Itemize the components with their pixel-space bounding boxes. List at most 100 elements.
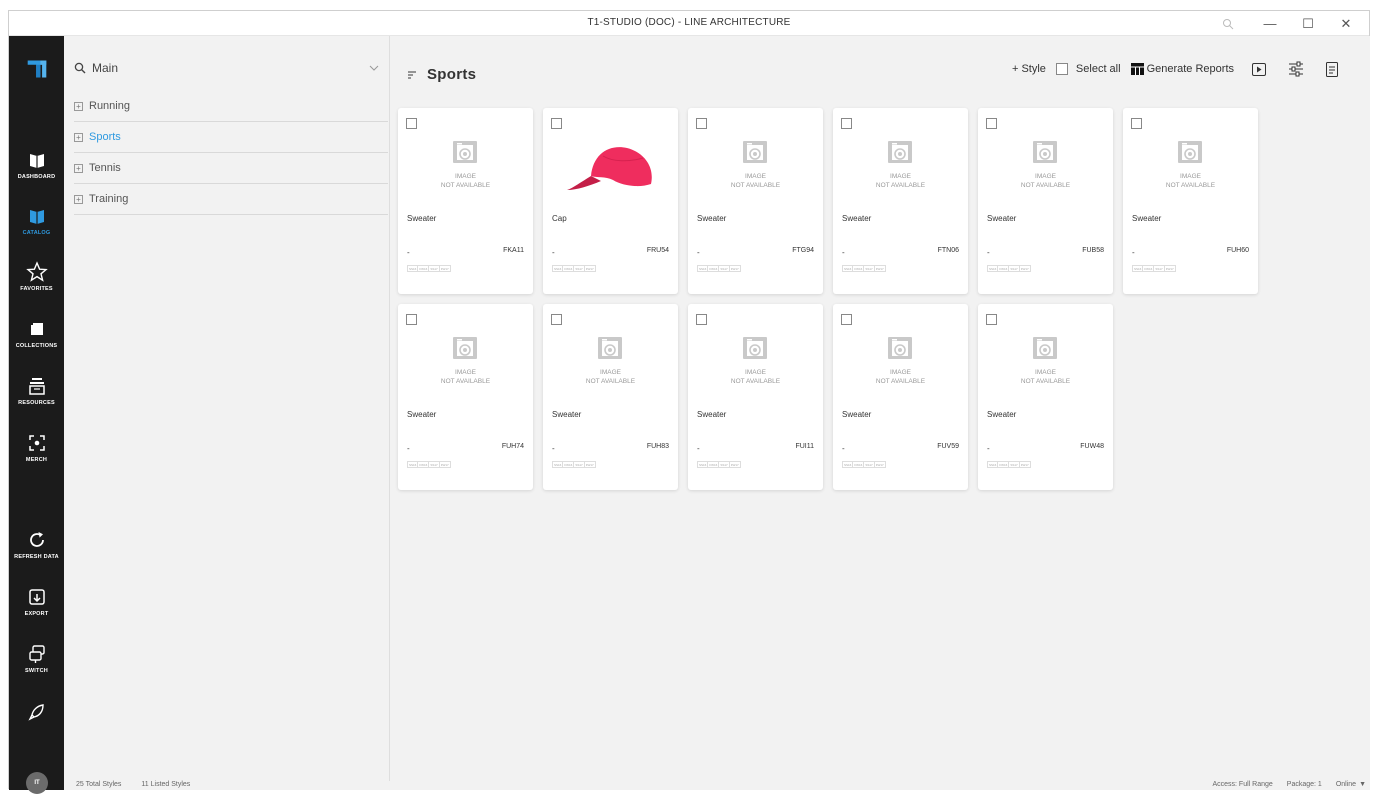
card-season-tags: SS16 FW16 SS17 FW17 bbox=[1132, 265, 1176, 272]
season-tag: FW17 bbox=[873, 265, 886, 272]
season-tag: SS16 bbox=[842, 265, 853, 272]
style-card[interactable]: IMAGE NOT AVAILABLE Sweater - FUH74 SS16 FW16 S… bbox=[398, 304, 533, 490]
season-tag: SS16 bbox=[987, 265, 998, 272]
rail-export[interactable]: EXPORT bbox=[9, 586, 64, 617]
card-style-name: Sweater bbox=[987, 410, 1017, 419]
card-style-name: Sweater bbox=[697, 410, 727, 419]
report-table-icon bbox=[1130, 63, 1144, 75]
rail-catalog[interactable]: CATALOG bbox=[9, 205, 64, 236]
season-tag: FW17 bbox=[1018, 265, 1031, 272]
season-tag: FW16 bbox=[562, 265, 574, 272]
minimize-button[interactable]: — bbox=[1253, 11, 1287, 36]
season-tag: FW16 bbox=[417, 461, 429, 468]
card-style-name: Sweater bbox=[697, 214, 727, 223]
cap-image bbox=[567, 147, 652, 190]
image-not-available-text: IMAGE NOT AVAILABLE bbox=[875, 369, 926, 385]
chevron-down-icon[interactable] bbox=[369, 65, 379, 71]
toolbar: + Style Select all Generate Reports bbox=[1012, 58, 1370, 80]
document-button[interactable] bbox=[1326, 61, 1338, 77]
tree-item-tennis[interactable]: + Tennis bbox=[74, 153, 388, 184]
card-style-code: FUI11 bbox=[795, 443, 814, 450]
title-bar: T1-STUDIO (DOC) - LINE ARCHITECTURE — ☐ … bbox=[9, 11, 1369, 36]
folder-icon bbox=[30, 323, 43, 335]
style-card[interactable]: IMAGE NOT AVAILABLE Sweater - FUH60 SS16 FW16 S… bbox=[1123, 108, 1258, 294]
season-tag: FW17 bbox=[583, 461, 596, 468]
select-all-control[interactable]: Select all bbox=[1055, 63, 1121, 75]
expand-icon[interactable]: + bbox=[74, 101, 83, 111]
tree-item-sports[interactable]: + Sports bbox=[74, 122, 388, 153]
season-tag: SS17 bbox=[573, 461, 584, 468]
style-card[interactable]: IMAGE NOT AVAILABLE Sweater - FUI11 SS16 FW16 S… bbox=[688, 304, 823, 490]
tree-item-training[interactable]: + Training bbox=[74, 184, 388, 215]
card-price: - bbox=[842, 444, 845, 453]
season-tag: FW17 bbox=[728, 461, 741, 468]
card-style-code: FUW48 bbox=[1080, 443, 1104, 450]
add-style-button[interactable]: + Style bbox=[1012, 63, 1046, 75]
season-tag: SS17 bbox=[863, 461, 874, 468]
expand-icon[interactable]: + bbox=[74, 132, 83, 142]
season-tag: FW16 bbox=[997, 265, 1009, 272]
card-season-tags: SS16 FW16 SS17 FW17 bbox=[987, 265, 1031, 272]
card-style-name: Sweater bbox=[1132, 214, 1162, 223]
style-card[interactable]: IMAGE NOT AVAILABLE Sweater - FUH83 SS16 FW16 S… bbox=[543, 304, 678, 490]
filter-settings-button[interactable] bbox=[1288, 61, 1304, 77]
season-tag: SS16 bbox=[552, 461, 563, 468]
card-price: - bbox=[697, 248, 700, 257]
access-level: Access: Full Range bbox=[1212, 781, 1273, 788]
rail-refresh-data[interactable]: REFRESH DATA bbox=[9, 529, 64, 560]
season-tag: SS16 bbox=[697, 265, 708, 272]
expand-icon[interactable]: + bbox=[74, 163, 83, 173]
category-tree: Main + Running + Sports + Tennis + Train… bbox=[64, 36, 390, 781]
style-card[interactable]: IMAGE NOT AVAILABLE Sweater - FUB58 SS16 FW16 S… bbox=[978, 108, 1113, 294]
select-all-checkbox[interactable] bbox=[1055, 63, 1068, 75]
card-season-tags: SS16 FW16 SS17 FW17 bbox=[842, 265, 886, 272]
magnifier-icon[interactable] bbox=[1211, 11, 1245, 36]
card-style-code: FUB58 bbox=[1082, 247, 1104, 254]
page-header: Sports bbox=[407, 66, 476, 83]
nav-rail: DASHBOARD CATALOG FAVORITES COLLECTIONS … bbox=[9, 36, 64, 794]
sort-icon[interactable] bbox=[407, 69, 417, 81]
refresh-icon bbox=[29, 532, 44, 547]
card-style-code: FTN06 bbox=[937, 247, 959, 254]
card-style-code: FTG94 bbox=[792, 247, 814, 254]
season-tag: FW16 bbox=[852, 265, 864, 272]
style-card[interactable]: IMAGE NOT AVAILABLE Sweater - FUW48 SS16 FW16 S… bbox=[978, 304, 1113, 490]
image-not-available-text: IMAGE NOT AVAILABLE bbox=[875, 173, 926, 189]
card-style-name: Sweater bbox=[987, 214, 1017, 223]
card-season-tags: SS16 FW16 SS17 FW17 bbox=[552, 265, 596, 272]
style-card[interactable]: IMAGE NOT AVAILABLE Sweater - FKA11 SS16 FW16 S… bbox=[398, 108, 533, 294]
season-tag: SS17 bbox=[1008, 265, 1019, 272]
close-button[interactable]: ✕ bbox=[1329, 11, 1363, 36]
rail-favorites[interactable]: FAVORITES bbox=[9, 261, 64, 292]
rail-switch[interactable]: SWITCH bbox=[9, 643, 64, 674]
image-not-available-text: IMAGE NOT AVAILABLE bbox=[1020, 369, 1071, 385]
card-season-tags: SS16 FW16 SS17 FW17 bbox=[697, 265, 741, 272]
export-icon bbox=[28, 589, 45, 605]
season-tag: FW17 bbox=[438, 461, 451, 468]
style-card[interactable]: IMAGE NOT AVAILABLE Sweater - FUV59 SS16 FW16 S… bbox=[833, 304, 968, 490]
rail-collections[interactable]: COLLECTIONS bbox=[9, 318, 64, 349]
rail-rocket[interactable] bbox=[9, 701, 64, 723]
app-logo[interactable] bbox=[9, 58, 64, 80]
maximize-button[interactable]: ☐ bbox=[1291, 11, 1325, 36]
generate-reports-button[interactable]: Generate Reports bbox=[1130, 63, 1234, 75]
merch-icon bbox=[28, 435, 45, 451]
card-style-code: FUH60 bbox=[1226, 247, 1249, 254]
card-style-code: FUH83 bbox=[646, 443, 669, 450]
play-button[interactable] bbox=[1252, 62, 1266, 76]
card-season-tags: SS16 FW16 SS17 FW17 bbox=[697, 461, 741, 468]
card-style-name: Sweater bbox=[842, 214, 872, 223]
user-avatar[interactable]: IT bbox=[26, 772, 48, 794]
tree-filter[interactable]: Main bbox=[74, 58, 379, 78]
season-tag: SS17 bbox=[1008, 461, 1019, 468]
rail-resources[interactable]: RESOURCES bbox=[9, 375, 64, 406]
t1-logo-icon bbox=[27, 60, 46, 78]
style-card[interactable]: IMAGE NOT AVAILABLE Sweater - FTN06 SS16 FW16 S… bbox=[833, 108, 968, 294]
book-icon bbox=[29, 154, 44, 168]
style-card[interactable]: Cap - FRU54 SS16 FW16 SS17 FW17 bbox=[543, 108, 678, 294]
style-card[interactable]: IMAGE NOT AVAILABLE Sweater - FTG94 SS16 FW16 S… bbox=[688, 108, 823, 294]
rail-dashboard[interactable]: DASHBOARD bbox=[9, 149, 64, 180]
expand-icon[interactable]: + bbox=[74, 194, 83, 204]
tree-item-running[interactable]: + Running bbox=[74, 91, 388, 122]
rail-merch[interactable]: MERCH bbox=[9, 432, 64, 463]
